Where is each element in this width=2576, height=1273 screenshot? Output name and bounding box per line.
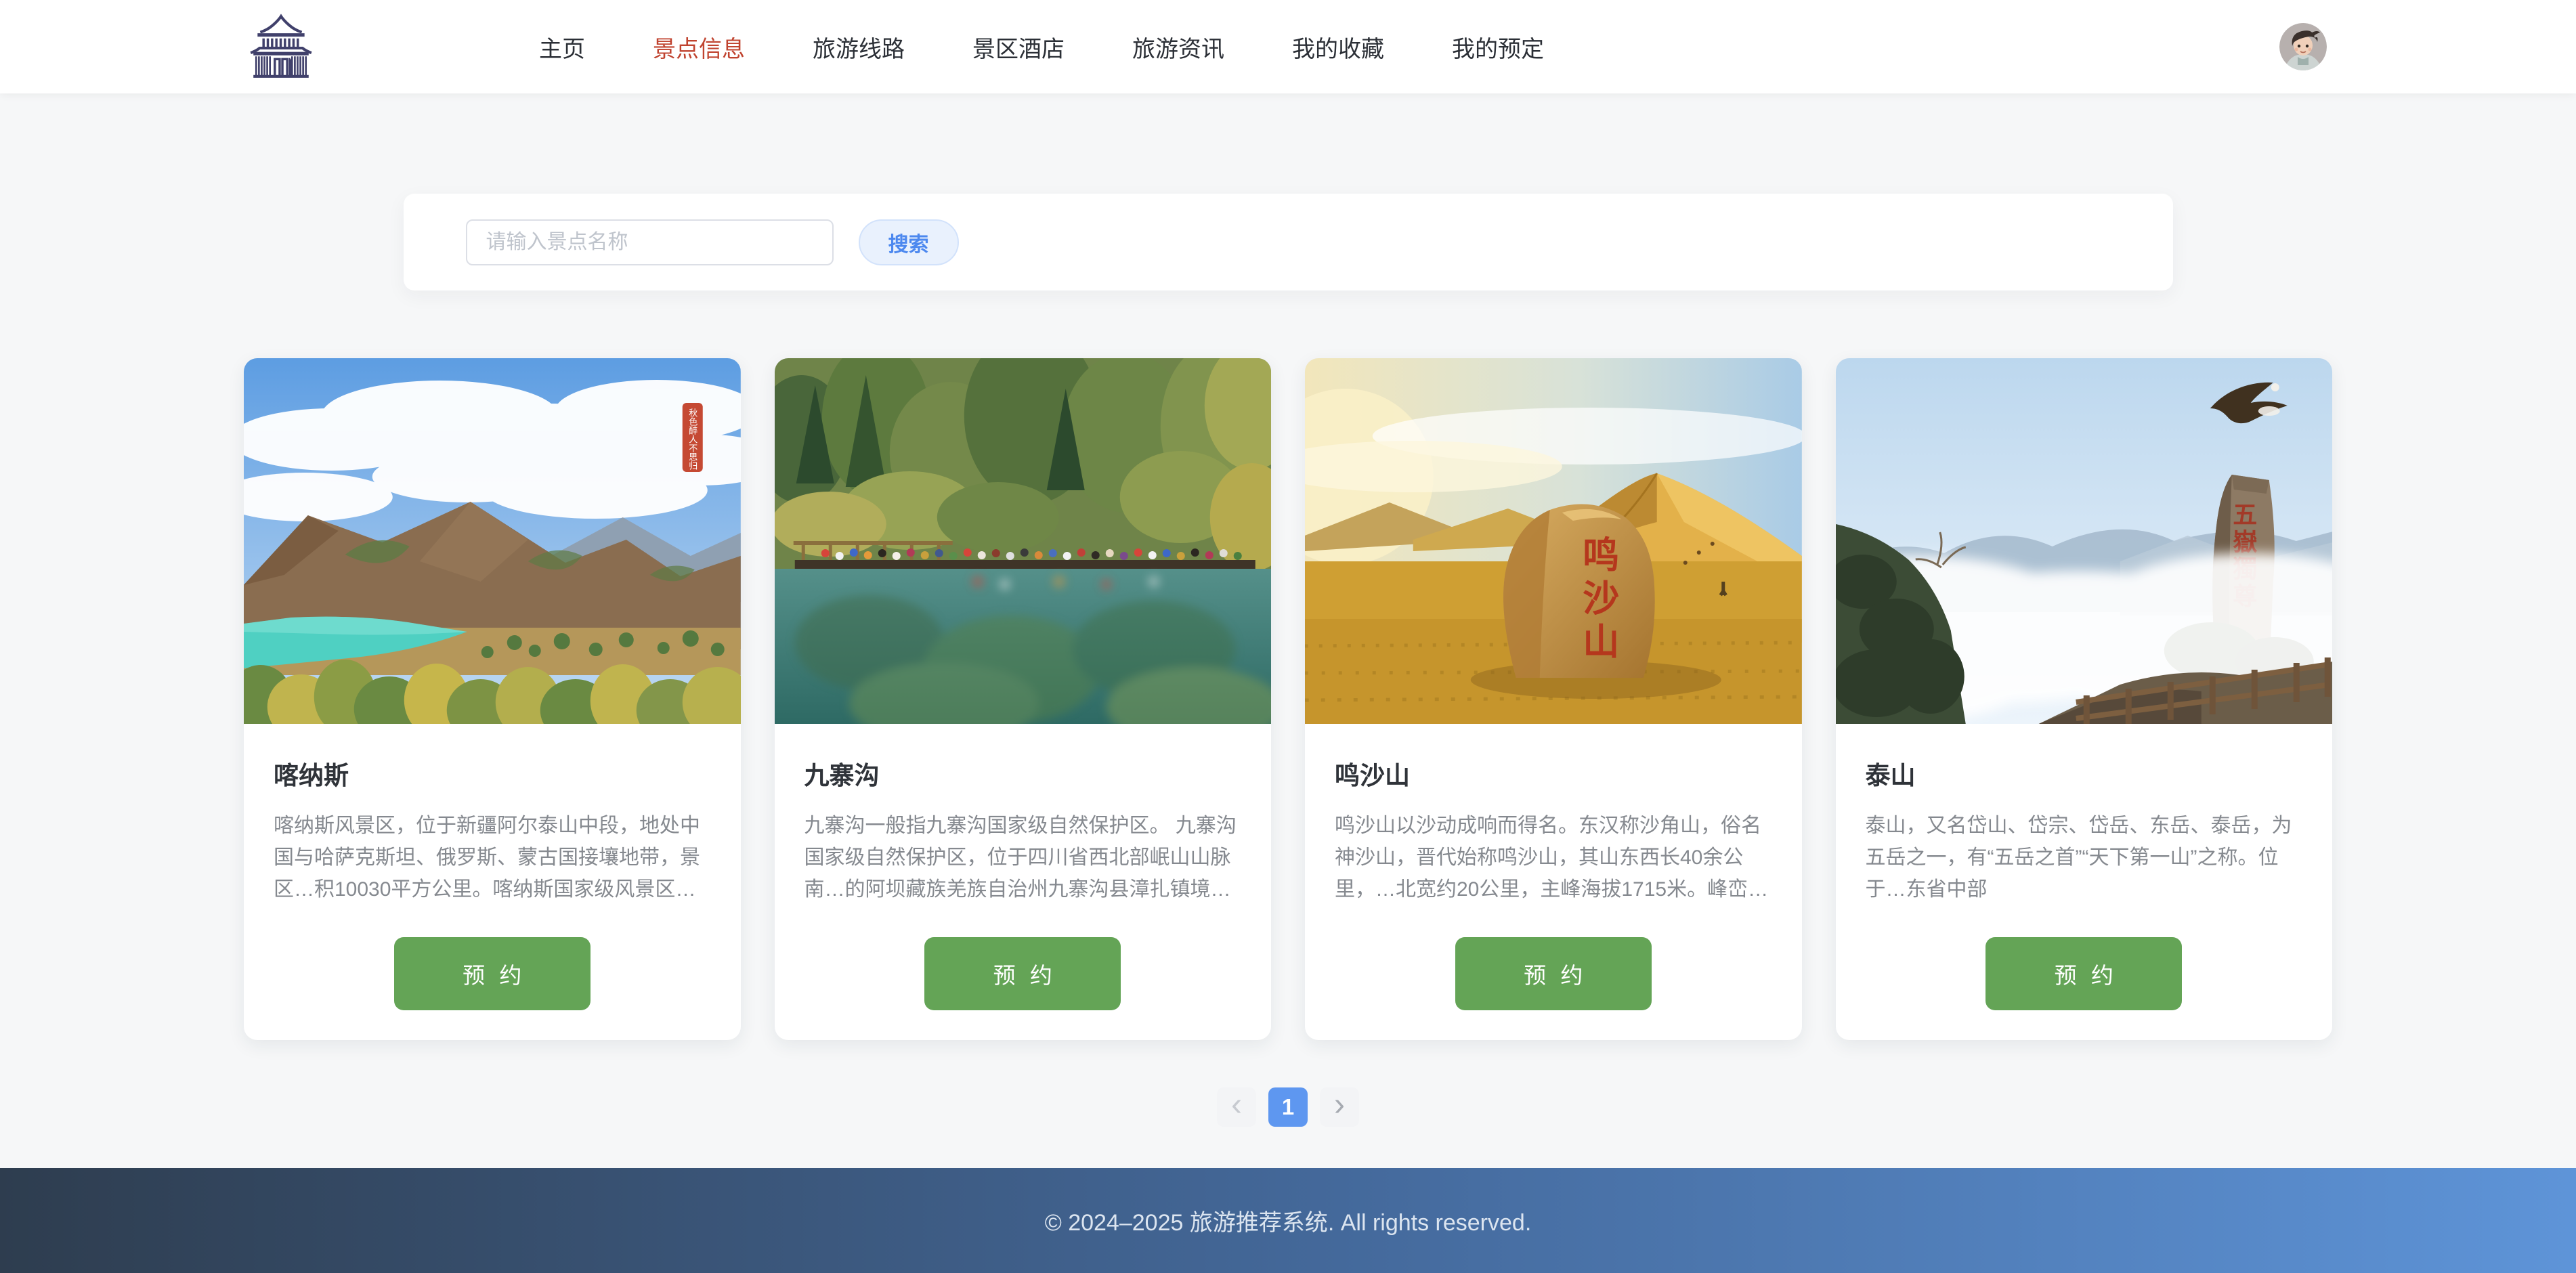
attraction-title: 喀纳斯 [274, 755, 711, 792]
pagination: ‹ 1 › [0, 1087, 2576, 1127]
nav-item-routes[interactable]: 旅游线路 [813, 0, 905, 93]
search-panel: 搜索 [404, 194, 2173, 290]
main-nav: 主页 景点信息 旅游线路 景区酒店 旅游资讯 我的收藏 我的预定 [539, 0, 1544, 93]
reserve-button[interactable]: 预 约 [394, 937, 591, 1010]
site-logo-icon[interactable] [246, 14, 316, 80]
attraction-card-mingshashan[interactable]: 鸣沙山 鸣沙山 鸣沙山以沙动成响而得名。东汉称沙角山，俗名神沙山，晋代始称鸣沙山… [1305, 358, 1802, 1040]
footer: © 2024–2025 旅游推荐系统. All rights reserved. [0, 1168, 2576, 1273]
reserve-button[interactable]: 预 约 [1455, 937, 1652, 1010]
attraction-card-kanas[interactable]: 秋色醉人不思归 喀纳斯 喀纳斯风景区，位于新疆阿尔泰山中段，地处中国与哈萨克斯坦… [244, 358, 741, 1040]
attraction-description: 九寨沟一般指九寨沟国家级自然保护区。 九寨沟国家级自然保护区，位于四川省西北部岷… [804, 810, 1242, 905]
taishan-photo: 五嶽獨尊 [1836, 358, 2333, 724]
pagination-next-button[interactable]: › [1320, 1087, 1359, 1127]
attraction-description: 泰山，又名岱山、岱宗、岱岳、东岳、泰岳，为五岳之一，有“五岳之首”“天下第一山”… [1866, 810, 2303, 905]
user-avatar[interactable] [2279, 23, 2327, 70]
pagination-page-1[interactable]: 1 [1268, 1087, 1308, 1127]
nav-item-bookings[interactable]: 我的预定 [1452, 0, 1544, 93]
mingshashan-photo: 鸣沙山 [1305, 358, 1802, 724]
top-navbar: 主页 景点信息 旅游线路 景区酒店 旅游资讯 我的收藏 我的预定 [0, 0, 2576, 93]
page: 主页 景点信息 旅游线路 景区酒店 旅游资讯 我的收藏 我的预定 [0, 0, 2576, 1273]
attraction-card-taishan[interactable]: 五嶽獨尊 [1836, 358, 2333, 1040]
card-body: 喀纳斯 喀纳斯风景区，位于新疆阿尔泰山中段，地处中国与哈萨克斯坦、俄罗斯、蒙古国… [244, 724, 741, 1010]
search-input[interactable] [466, 219, 834, 265]
attraction-title: 鸣沙山 [1335, 755, 1772, 792]
attraction-description: 鸣沙山以沙动成响而得名。东汉称沙角山，俗名神沙山，晋代始称鸣沙山，其山东西长40… [1335, 810, 1772, 905]
nav-item-home[interactable]: 主页 [539, 0, 585, 93]
card-body: 泰山 泰山，又名岱山、岱宗、岱岳、东岳、泰岳，为五岳之一，有“五岳之首”“天下第… [1836, 724, 2333, 1010]
card-body: 鸣沙山 鸣沙山以沙动成响而得名。东汉称沙角山，俗名神沙山，晋代始称鸣沙山，其山东… [1305, 724, 1802, 1010]
nav-item-hotels[interactable]: 景区酒店 [972, 0, 1065, 93]
mingshashan-rock-inscription: 鸣沙山 [1577, 536, 1619, 666]
attraction-card-list: 秋色醉人不思归 喀纳斯 喀纳斯风景区，位于新疆阿尔泰山中段，地处中国与哈萨克斯坦… [244, 358, 2332, 1040]
attraction-title: 九寨沟 [804, 755, 1242, 792]
copyright-text: © 2024–2025 旅游推荐系统. All rights reserved. [1045, 1204, 1532, 1237]
pagination-prev-button[interactable]: ‹ [1217, 1087, 1256, 1127]
kanas-watermark-seal: 秋色醉人不思归 [687, 408, 697, 471]
jiuzhaigou-photo [775, 358, 1272, 724]
attraction-card-jiuzhaigou[interactable]: 九寨沟 九寨沟一般指九寨沟国家级自然保护区。 九寨沟国家级自然保护区，位于四川省… [775, 358, 1272, 1040]
reserve-button[interactable]: 预 约 [924, 937, 1121, 1010]
reserve-button[interactable]: 预 约 [1985, 937, 2182, 1010]
attraction-title: 泰山 [1866, 755, 2303, 792]
kanas-photo: 秋色醉人不思归 [244, 358, 741, 724]
search-button[interactable]: 搜索 [859, 219, 959, 265]
nav-item-attractions[interactable]: 景点信息 [653, 0, 745, 93]
attraction-description: 喀纳斯风景区，位于新疆阿尔泰山中段，地处中国与哈萨克斯坦、俄罗斯、蒙古国接壤地带… [274, 810, 711, 905]
nav-item-news[interactable]: 旅游资讯 [1132, 0, 1224, 93]
nav-item-favorites[interactable]: 我的收藏 [1292, 0, 1384, 93]
card-body: 九寨沟 九寨沟一般指九寨沟国家级自然保护区。 九寨沟国家级自然保护区，位于四川省… [775, 724, 1272, 1010]
